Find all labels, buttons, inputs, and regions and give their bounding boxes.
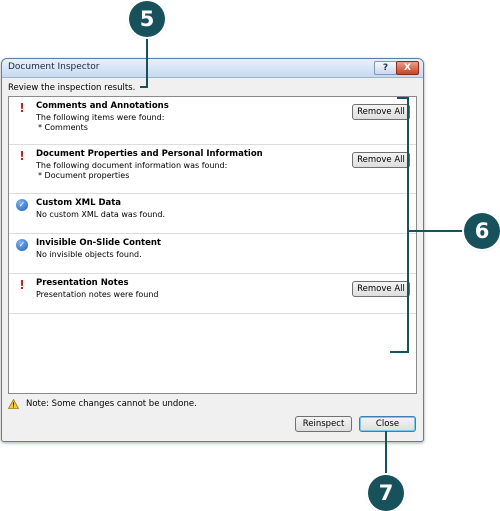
result-document-properties: ! Document Properties and Personal Infor… <box>9 145 416 194</box>
close-button[interactable]: Close <box>359 416 416 432</box>
callout-6-bracket-bottom <box>390 351 409 353</box>
result-title: Presentation Notes <box>36 278 129 288</box>
dialog-title: Document Inspector <box>8 62 100 72</box>
remove-all-notes-button[interactable]: Remove All <box>352 281 410 297</box>
title-bar[interactable]: Document Inspector ? X <box>2 59 423 78</box>
result-invisible-content: ✓ Invisible On-Slide Content No invisibl… <box>9 234 416 274</box>
result-detail: * Comments <box>38 123 88 132</box>
result-custom-xml: ✓ Custom XML Data No custom XML data was… <box>9 194 416 234</box>
undo-note: Note: Some changes cannot be undone. <box>8 399 197 409</box>
help-button[interactable]: ? <box>374 61 397 75</box>
remove-all-properties-button[interactable]: Remove All <box>352 152 410 168</box>
callout-7-leader <box>385 431 387 476</box>
callout-6-bracket-vertical <box>407 97 409 353</box>
result-comments: ! Comments and Annotations The following… <box>9 97 416 145</box>
check-circle-icon: ✓ <box>16 239 28 251</box>
exclamation-icon: ! <box>19 149 25 163</box>
callout-7-label: 7 <box>378 481 394 505</box>
check-circle-icon: ✓ <box>16 199 28 211</box>
note-text: Note: Some changes cannot be undone. <box>26 399 197 409</box>
callout-5-leader-tick <box>140 86 148 88</box>
callout-5: 5 <box>129 1 165 37</box>
result-title: Document Properties and Personal Informa… <box>36 149 263 159</box>
result-title: Invisible On-Slide Content <box>36 238 161 248</box>
remove-all-comments-button[interactable]: Remove All <box>352 104 410 120</box>
callout-5-label: 5 <box>139 7 155 31</box>
warning-triangle-icon <box>8 399 19 409</box>
result-title: Custom XML Data <box>36 198 122 208</box>
callout-6-leader <box>409 230 465 232</box>
callout-6: 6 <box>464 213 500 249</box>
exclamation-icon: ! <box>19 278 25 292</box>
result-description: The following items were found: <box>36 113 165 122</box>
help-icon: ? <box>382 63 389 73</box>
result-description: The following document information was f… <box>36 161 228 170</box>
result-description: No custom XML data was found. <box>36 210 165 219</box>
callout-6-label: 6 <box>474 219 490 243</box>
callout-7: 7 <box>368 475 404 511</box>
result-detail: * Document properties <box>38 171 130 180</box>
result-description: No invisible objects found. <box>36 250 142 259</box>
title-close-button[interactable]: X <box>396 61 419 75</box>
result-description: Presentation notes were found <box>36 290 159 299</box>
review-instructions: Review the inspection results. <box>8 83 136 93</box>
document-inspector-dialog: Document Inspector ? X Review the inspec… <box>1 58 424 442</box>
result-title: Comments and Annotations <box>36 101 169 111</box>
reinspect-button[interactable]: Reinspect <box>295 416 352 432</box>
close-icon: X <box>404 63 411 73</box>
inspection-results-list[interactable]: ! Comments and Annotations The following… <box>8 96 417 394</box>
callout-5-leader <box>146 37 148 88</box>
exclamation-icon: ! <box>19 101 25 115</box>
result-presentation-notes: ! Presentation Notes Presentation notes … <box>9 274 416 314</box>
